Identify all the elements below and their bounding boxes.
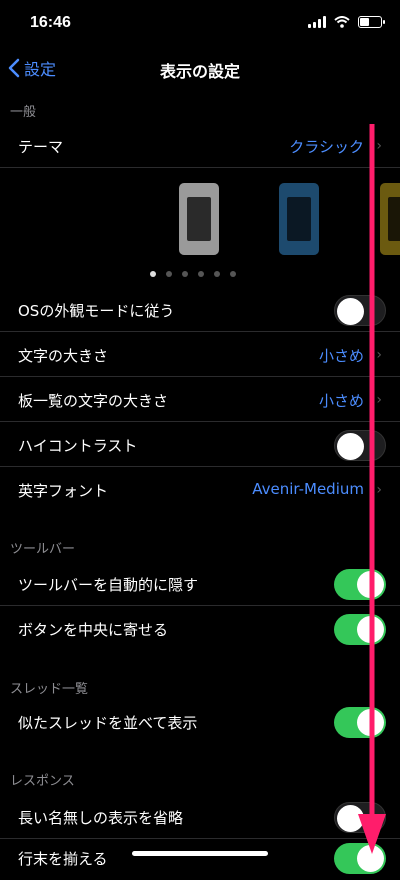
section-header-general: 一般 [10, 105, 37, 120]
page-dot [166, 271, 172, 277]
section-header-toolbar: ツールバー [10, 542, 76, 557]
section-header-thread-list: スレッド一覧 [10, 682, 89, 697]
row-theme[interactable]: テーマ クラシック › [0, 124, 400, 168]
page-dot [182, 271, 188, 277]
row-omit-long-anon: 長い名無しの表示を省略 [0, 795, 400, 839]
page-dot [198, 271, 204, 277]
row-label: 文字の大きさ [18, 347, 109, 365]
row-label: 板一覧の文字の大きさ [18, 392, 169, 410]
navigation-bar: 設定 表示の設定 [0, 48, 400, 92]
row-align-line-end: 行末を揃える [0, 836, 400, 880]
page-title: 表示の設定 [159, 62, 240, 81]
row-os-appearance: OSの外観モードに従う [0, 288, 400, 332]
theme-preview-blue[interactable] [279, 183, 319, 255]
row-english-font[interactable]: 英字フォント Avenir-Medium › [0, 468, 400, 512]
annotation-arrow-icon [358, 124, 386, 854]
row-label: 長い名無しの表示を省略 [18, 809, 184, 827]
row-label: ハイコントラスト [18, 437, 138, 455]
theme-preview-classic[interactable] [179, 183, 219, 255]
row-auto-hide-toolbar: ツールバーを自動的に隠す [0, 562, 400, 606]
battery-icon [358, 16, 385, 28]
page-dot [214, 271, 220, 277]
row-label: 英字フォント [18, 482, 109, 500]
page-dot [230, 271, 236, 277]
cellular-signal-icon [308, 16, 326, 28]
row-label: 行末を揃える [18, 850, 108, 868]
row-value: Avenir-Medium [252, 480, 364, 498]
row-label: OSの外観モードに従う [18, 302, 175, 320]
status-bar: 16:46 [0, 0, 400, 48]
page-indicator[interactable] [150, 271, 236, 277]
page-dot [150, 271, 156, 277]
row-board-text-size[interactable]: 板一覧の文字の大きさ 小さめ › [0, 378, 400, 422]
row-value: クラシック [289, 138, 364, 156]
status-icons [308, 16, 385, 28]
row-text-size[interactable]: 文字の大きさ 小さめ › [0, 333, 400, 377]
row-label: ツールバーを自動的に隠す [18, 576, 199, 594]
row-label: 似たスレッドを並べて表示 [18, 714, 198, 732]
wifi-icon [334, 16, 350, 28]
row-center-buttons: ボタンを中央に寄せる [0, 607, 400, 651]
section-header-response: レスポンス [10, 774, 75, 789]
row-similar-threads: 似たスレッドを並べて表示 [0, 700, 400, 744]
row-label: ボタンを中央に寄せる [18, 621, 169, 639]
row-label: テーマ [18, 138, 64, 156]
home-indicator[interactable] [132, 851, 268, 856]
row-high-contrast: ハイコントラスト [0, 423, 400, 467]
status-time: 16:46 [30, 14, 71, 31]
